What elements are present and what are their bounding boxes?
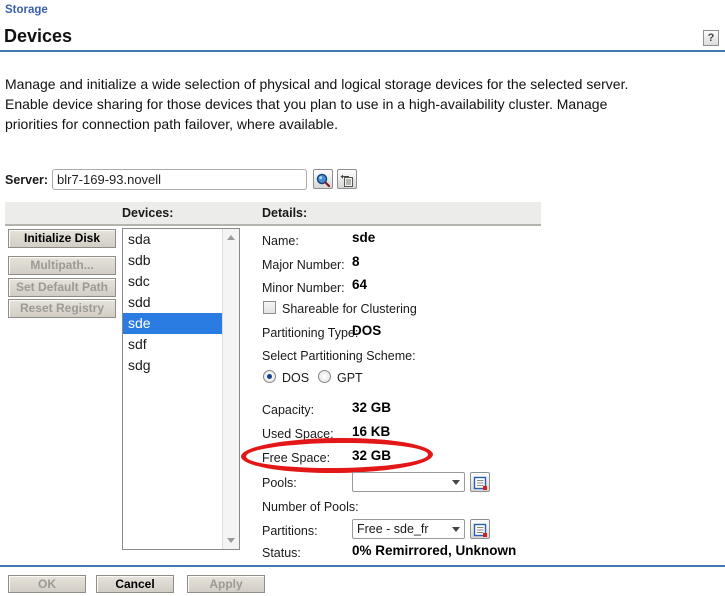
cancel-button[interactable]: Cancel bbox=[96, 575, 174, 593]
object-history-button[interactable] bbox=[337, 169, 357, 189]
initialize-disk-button[interactable]: Initialize Disk bbox=[8, 229, 116, 248]
partitioning-type-value: DOS bbox=[352, 323, 381, 338]
help-button[interactable]: ? bbox=[703, 30, 719, 46]
used-space-label: Used Space: bbox=[262, 427, 334, 441]
minor-number-label: Minor Number: bbox=[262, 281, 345, 295]
device-list: sda sdb sdc sdd sde sdf sdg bbox=[123, 229, 223, 376]
capacity-label: Capacity: bbox=[262, 403, 314, 417]
browse-list-icon bbox=[471, 522, 489, 538]
set-default-path-button[interactable]: Set Default Path bbox=[8, 278, 116, 297]
partitions-dropdown[interactable]: Free - sde_fr bbox=[352, 519, 465, 539]
used-space-value: 16 KB bbox=[352, 424, 390, 439]
gpt-radio-label: GPT bbox=[337, 371, 363, 385]
major-number-label: Major Number: bbox=[262, 258, 345, 272]
minor-number-value: 64 bbox=[352, 277, 367, 292]
panel-header: Devices: Details: bbox=[5, 202, 541, 226]
free-space-value: 32 GB bbox=[352, 448, 391, 463]
multipath-button[interactable]: Multipath... bbox=[8, 256, 116, 275]
status-value: 0% Remirrored, Unknown bbox=[352, 543, 516, 558]
pools-browse-button[interactable] bbox=[470, 472, 490, 492]
partitions-dropdown-value: Free - sde_fr bbox=[357, 522, 429, 536]
object-selector-button[interactable] bbox=[313, 169, 333, 189]
scroll-up-icon[interactable] bbox=[227, 235, 235, 240]
devices-page: Storage Devices ? Manage and initialize … bbox=[0, 0, 725, 596]
chevron-down-icon bbox=[452, 527, 460, 532]
list-item-sdg[interactable]: sdg bbox=[123, 355, 223, 376]
page-title: Devices bbox=[4, 26, 72, 47]
scroll-down-icon[interactable] bbox=[227, 538, 235, 543]
name-label: Name: bbox=[262, 234, 299, 248]
free-space-label: Free Space: bbox=[262, 451, 330, 465]
server-input[interactable] bbox=[52, 169, 307, 190]
list-item-sdd[interactable]: sdd bbox=[123, 292, 223, 313]
apply-button[interactable]: Apply bbox=[187, 575, 265, 593]
list-item-sdf[interactable]: sdf bbox=[123, 334, 223, 355]
breadcrumb-storage-link[interactable]: Storage bbox=[5, 4, 48, 16]
page-description: Manage and initialize a wide selection o… bbox=[5, 74, 630, 134]
dos-radio[interactable] bbox=[263, 370, 276, 383]
pools-dropdown[interactable] bbox=[352, 472, 465, 492]
status-label: Status: bbox=[262, 546, 301, 560]
devices-column-header: Devices: bbox=[122, 206, 173, 220]
search-icon bbox=[314, 172, 332, 188]
number-of-pools-label: Number of Pools: bbox=[262, 500, 359, 514]
major-number-value: 8 bbox=[352, 254, 360, 269]
list-item-sda[interactable]: sda bbox=[123, 229, 223, 250]
capacity-value: 32 GB bbox=[352, 400, 391, 415]
list-item-sde[interactable]: sde bbox=[123, 313, 223, 334]
ok-button[interactable]: OK bbox=[8, 575, 86, 593]
shareable-label: Shareable for Clustering bbox=[282, 302, 417, 316]
server-label: Server: bbox=[5, 173, 48, 187]
partitions-label: Partitions: bbox=[262, 524, 318, 538]
history-icon bbox=[338, 172, 356, 188]
footer-divider bbox=[0, 565, 725, 567]
chevron-down-icon bbox=[452, 480, 460, 485]
list-item-sdc[interactable]: sdc bbox=[123, 271, 223, 292]
list-scrollbar[interactable] bbox=[222, 229, 239, 549]
partitioning-scheme-label: Select Partitioning Scheme: bbox=[262, 349, 416, 363]
dos-radio-label: DOS bbox=[282, 371, 309, 385]
list-item-sdb[interactable]: sdb bbox=[123, 250, 223, 271]
partitioning-type-label: Partitioning Type: bbox=[262, 326, 358, 340]
details-column-header: Details: bbox=[262, 206, 307, 220]
reset-registry-button[interactable]: Reset Registry bbox=[8, 299, 116, 318]
name-value: sde bbox=[352, 230, 375, 245]
pools-label: Pools: bbox=[262, 476, 297, 490]
partitions-browse-button[interactable] bbox=[470, 519, 490, 539]
shareable-checkbox[interactable] bbox=[263, 301, 276, 314]
title-divider bbox=[0, 50, 725, 52]
browse-list-icon bbox=[471, 475, 489, 491]
gpt-radio[interactable] bbox=[318, 370, 331, 383]
device-listbox[interactable]: sda sdb sdc sdd sde sdf sdg bbox=[122, 228, 240, 550]
